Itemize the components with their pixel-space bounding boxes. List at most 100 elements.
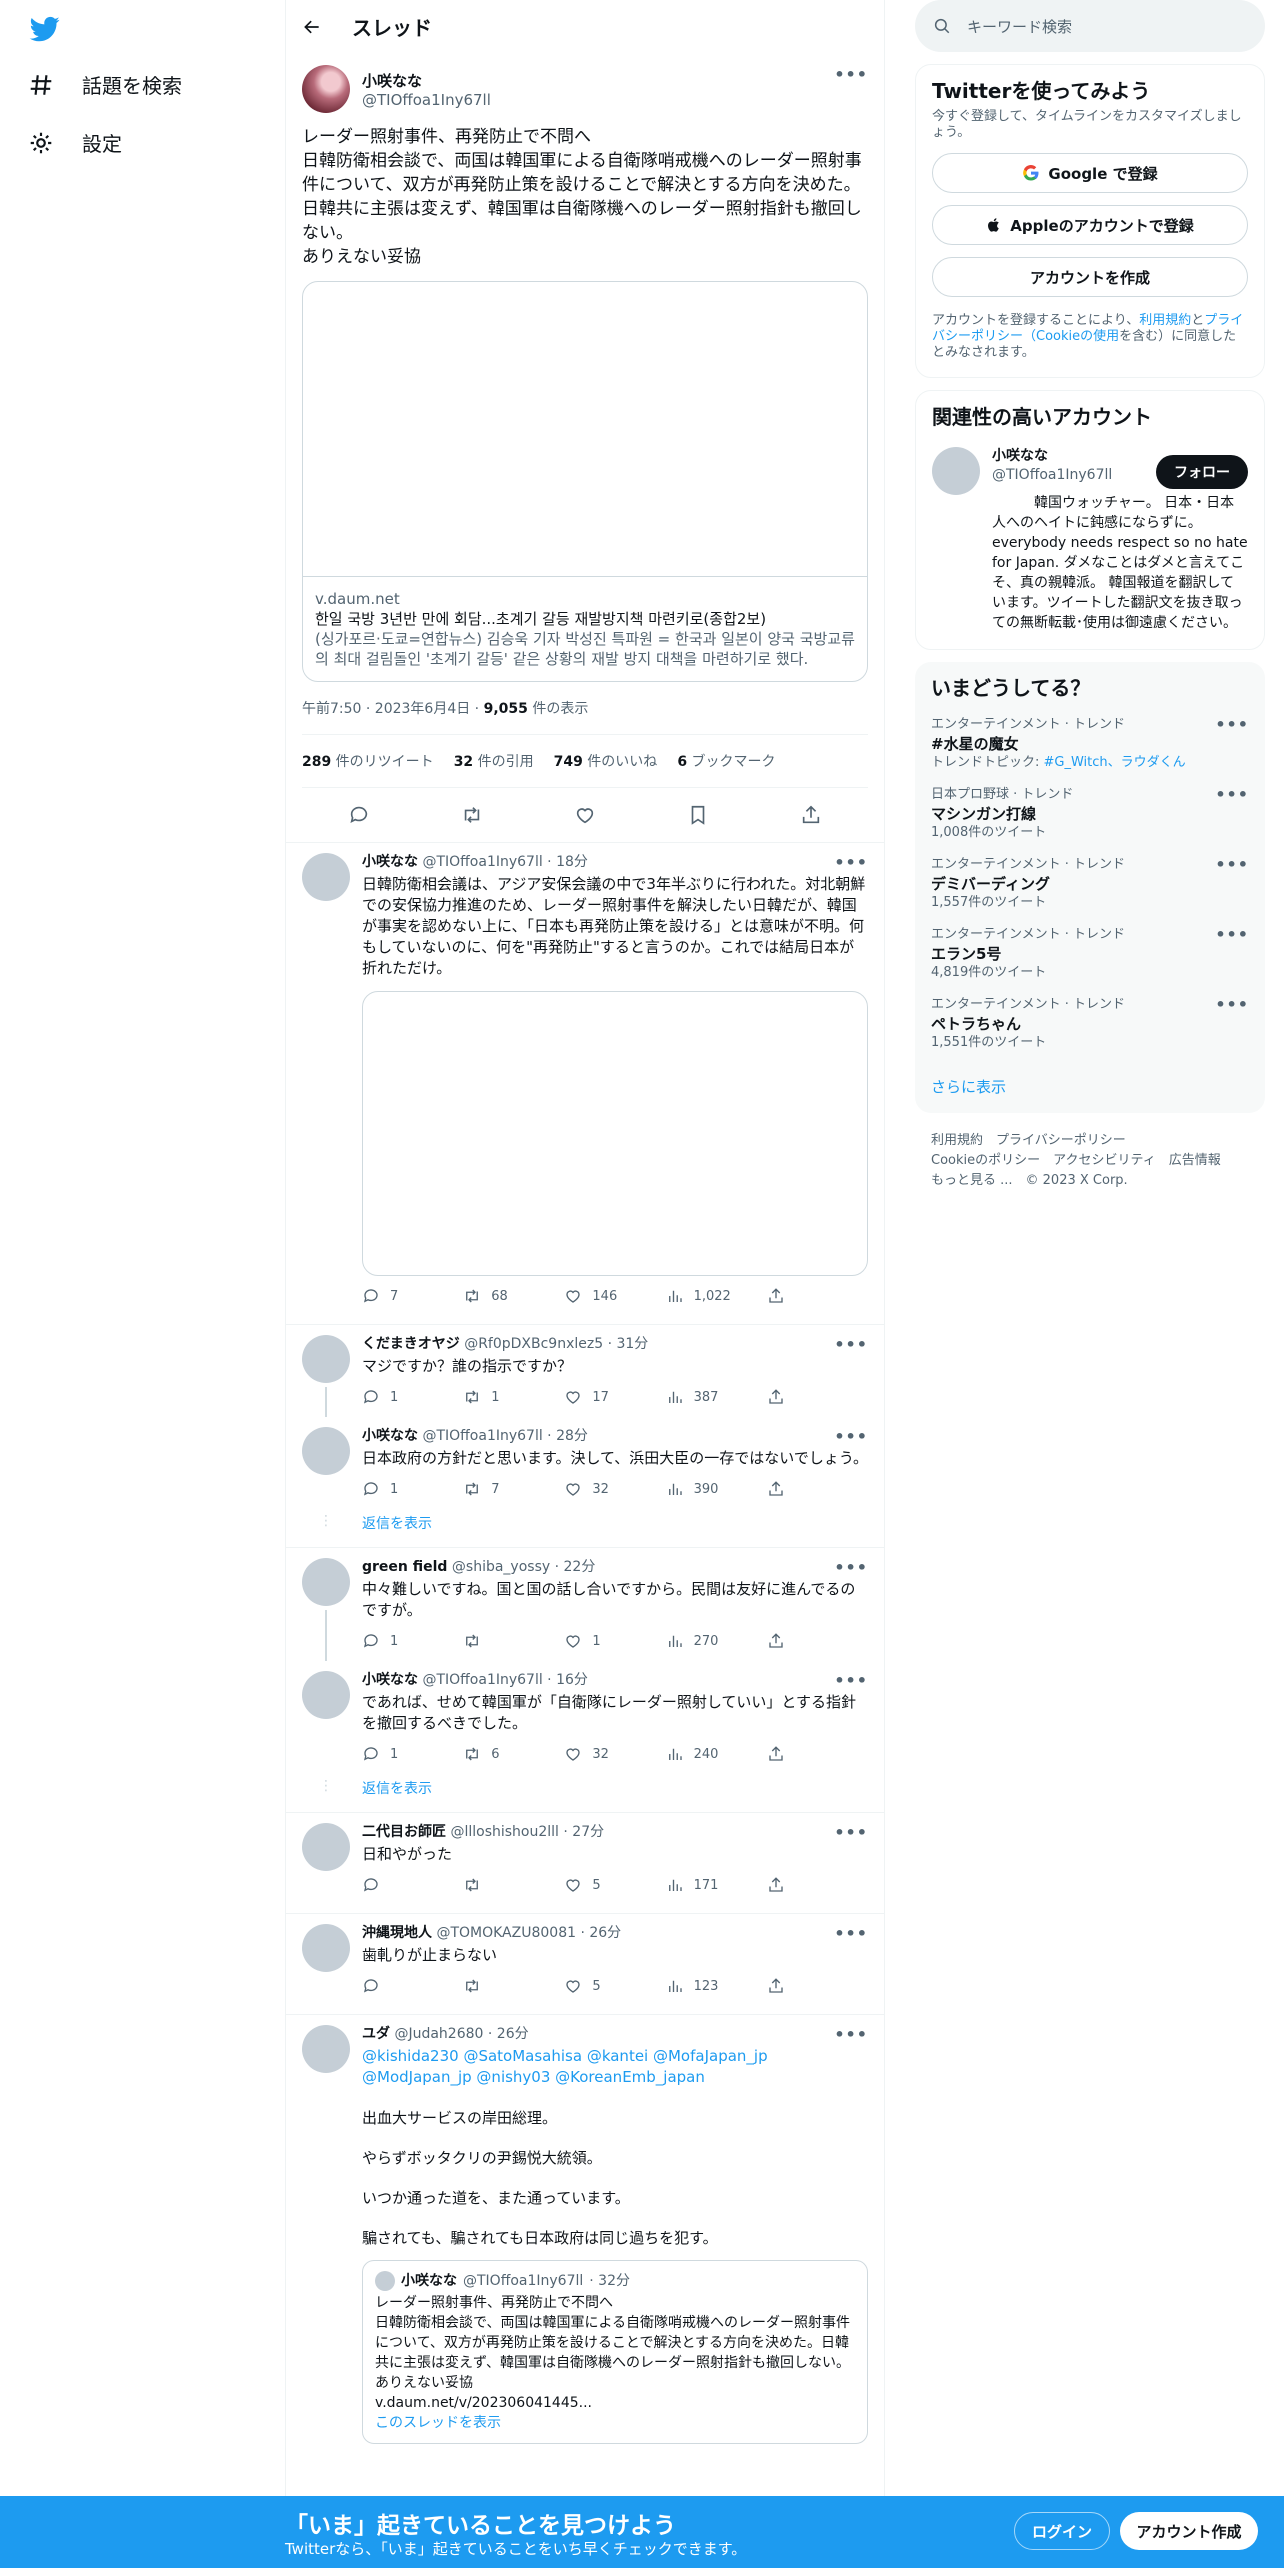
author-handle[interactable]: @TIOffoa1Iny67ll: [422, 1428, 542, 1444]
trend-item[interactable]: エンターテインメント · トレンド エラン5号 4,819件のツイート •••: [931, 926, 1249, 982]
reply-button[interactable]: 1: [362, 1388, 463, 1406]
trend-item[interactable]: 日本プロ野球 · トレンド マシンガン打線 1,008件のツイート •••: [931, 786, 1249, 842]
reply-tweet[interactable]: 小咲なな @TIOffoa1Iny67ll · 18分 ••• 日韓防衛相会議は…: [286, 843, 884, 1316]
more-options-icon[interactable]: •••: [834, 853, 868, 872]
more-options-icon[interactable]: •••: [834, 65, 868, 84]
share-button[interactable]: [767, 1480, 868, 1498]
author-name[interactable]: 小咲なな: [362, 70, 491, 91]
reply-button[interactable]: 7: [362, 1287, 463, 1305]
create-account-button[interactable]: アカウントを作成: [932, 257, 1248, 297]
reply-tweet[interactable]: 沖縄現地人 @TOMOKAZU80081 · 26分 ••• 歯軋りが止まらない…: [286, 1914, 884, 2006]
retweet-icon[interactable]: [461, 804, 483, 826]
more-options-icon[interactable]: •••: [1215, 926, 1249, 944]
apple-signup-button[interactable]: Appleのアカウントで登録: [932, 205, 1248, 245]
views-button[interactable]: 123: [666, 1977, 767, 1995]
google-signup-button[interactable]: Google で登録: [932, 153, 1248, 193]
trends-show-more[interactable]: さらに表示: [931, 1076, 1249, 1097]
retweets-stat[interactable]: 289 件のリツイート: [302, 751, 434, 771]
tweet-media[interactable]: [362, 991, 868, 1276]
author-handle[interactable]: @TOMOKAZU80081: [436, 1925, 576, 1941]
share-button[interactable]: [767, 1632, 868, 1650]
retweet-button[interactable]: 6: [463, 1745, 564, 1763]
author-name[interactable]: 沖縄現地人: [362, 1925, 432, 1941]
share-button[interactable]: [767, 1287, 868, 1305]
more-options-icon[interactable]: •••: [1215, 856, 1249, 874]
mentions[interactable]: @kishida230 @SatoMasahisa @kantei @MofaJ…: [362, 2046, 868, 2088]
reply-button[interactable]: [362, 1977, 463, 1995]
share-icon[interactable]: [800, 804, 822, 826]
author-handle[interactable]: @TIOffoa1Iny67ll: [362, 91, 491, 109]
tweet-time[interactable]: · 31分: [603, 1336, 649, 1352]
reply-button[interactable]: 1: [362, 1745, 463, 1763]
more-options-icon[interactable]: •••: [834, 1823, 868, 1842]
more-options-icon[interactable]: •••: [1215, 996, 1249, 1014]
like-button[interactable]: 1: [564, 1632, 665, 1650]
link-card[interactable]: v.daum.net 한일 국방 3년반 만에 회담...초계기 갈등 재발방지…: [302, 281, 868, 682]
retweet-button[interactable]: [463, 1977, 564, 1995]
footer-line[interactable]: Cookieのポリシー アクセシビリティ 広告情報: [931, 1151, 1249, 1171]
reply-icon[interactable]: [348, 804, 370, 826]
reply-tweet[interactable]: くだまきオヤジ @Rf0pDXBc9nxlez5 · 31分 ••• マジですか…: [286, 1325, 884, 1417]
tweet-time[interactable]: · 28分: [543, 1428, 588, 1444]
tweet-time[interactable]: · 26分: [483, 2026, 529, 2042]
author-name[interactable]: 小咲なな: [362, 854, 418, 870]
show-replies-link[interactable]: 返信を表示: [362, 1513, 432, 1533]
reply-tweet[interactable]: ユダ @Judah2680 · 26分 ••• @kishida230 @Sat…: [286, 2015, 884, 2444]
more-options-icon[interactable]: •••: [834, 1558, 868, 1577]
author-name[interactable]: ユダ: [362, 2026, 390, 2042]
author-handle[interactable]: @Rf0pDXBc9nxlez5: [464, 1336, 603, 1352]
more-options-icon[interactable]: •••: [1215, 716, 1249, 734]
quotes-stat[interactable]: 32 件の引用: [454, 751, 534, 771]
bookmark-icon[interactable]: [687, 804, 709, 826]
author-handle[interactable]: @TIOffoa1Iny67ll: [422, 1672, 542, 1688]
like-button[interactable]: 32: [564, 1745, 665, 1763]
login-button[interactable]: ログイン: [1014, 2512, 1110, 2550]
trend-item[interactable]: エンターテインメント · トレンド #水星の魔女 トレンドトピック: #G_Wi…: [931, 716, 1249, 772]
tweet-time[interactable]: · 22分: [550, 1559, 596, 1575]
more-options-icon[interactable]: •••: [1215, 786, 1249, 804]
author-handle[interactable]: @Judah2680: [394, 2026, 483, 2042]
share-button[interactable]: [767, 1388, 868, 1406]
avatar[interactable]: [302, 1335, 350, 1383]
views-button[interactable]: 270: [666, 1632, 767, 1650]
show-replies-link[interactable]: 返信を表示: [362, 1778, 432, 1798]
views-button[interactable]: 171: [666, 1876, 767, 1894]
author-name[interactable]: green field: [362, 1559, 447, 1575]
share-button[interactable]: [767, 1745, 868, 1763]
nav-explore[interactable]: 話題を検索: [28, 70, 182, 99]
views-button[interactable]: 387: [666, 1388, 767, 1406]
reply-tweet[interactable]: 小咲なな @TIOffoa1Iny67ll · 16分 ••• であれば、せめて…: [286, 1661, 884, 1774]
reply-button[interactable]: [362, 1876, 463, 1894]
like-button[interactable]: 17: [564, 1388, 665, 1406]
views-button[interactable]: 1,022: [666, 1287, 767, 1305]
retweet-button[interactable]: [463, 1876, 564, 1894]
terms-link[interactable]: 利用規約: [1139, 313, 1191, 328]
search-input[interactable]: キーワード検索: [915, 0, 1265, 52]
nav-settings[interactable]: 設定: [28, 128, 122, 157]
tweet-time[interactable]: · 18分: [543, 854, 588, 870]
quoted-tweet[interactable]: 小咲なな @TIOffoa1Iny67ll · 32分 レーダー照射事件、再発防…: [362, 2260, 868, 2444]
avatar[interactable]: [302, 1558, 350, 1606]
retweet-button[interactable]: [463, 1632, 564, 1650]
avatar[interactable]: [302, 1427, 350, 1475]
avatar[interactable]: [302, 1823, 350, 1871]
avatar[interactable]: [302, 1924, 350, 1972]
tweet-time[interactable]: · 27分: [559, 1824, 604, 1840]
reply-tweet[interactable]: 二代目お師匠 @llloshishou2lll · 27分 ••• 日和やがった…: [286, 1813, 884, 1905]
reply-tweet[interactable]: green field @shiba_yossy · 22分 ••• 中々難しい…: [286, 1548, 884, 1661]
likes-stat[interactable]: 749 件のいいね: [554, 751, 658, 771]
like-button[interactable]: 32: [564, 1480, 665, 1498]
retweet-button[interactable]: 7: [463, 1480, 564, 1498]
footer-line[interactable]: 利用規約 プライバシーポリシー: [931, 1131, 1249, 1151]
signup-button[interactable]: アカウント作成: [1120, 2512, 1258, 2550]
trend-item[interactable]: エンターテインメント · トレンド ペトラちゃん 1,551件のツイート •••: [931, 996, 1249, 1052]
views-button[interactable]: 240: [666, 1745, 767, 1763]
author-handle[interactable]: @shiba_yossy: [452, 1559, 550, 1575]
author-name[interactable]: 小咲なな: [362, 1428, 418, 1444]
tweet-time[interactable]: · 16分: [543, 1672, 588, 1688]
more-options-icon[interactable]: •••: [834, 2025, 868, 2044]
reply-button[interactable]: 1: [362, 1632, 463, 1650]
like-button[interactable]: 5: [564, 1977, 665, 1995]
like-button[interactable]: 146: [564, 1287, 665, 1305]
show-thread-link[interactable]: このスレッドを表示: [375, 2413, 855, 2433]
